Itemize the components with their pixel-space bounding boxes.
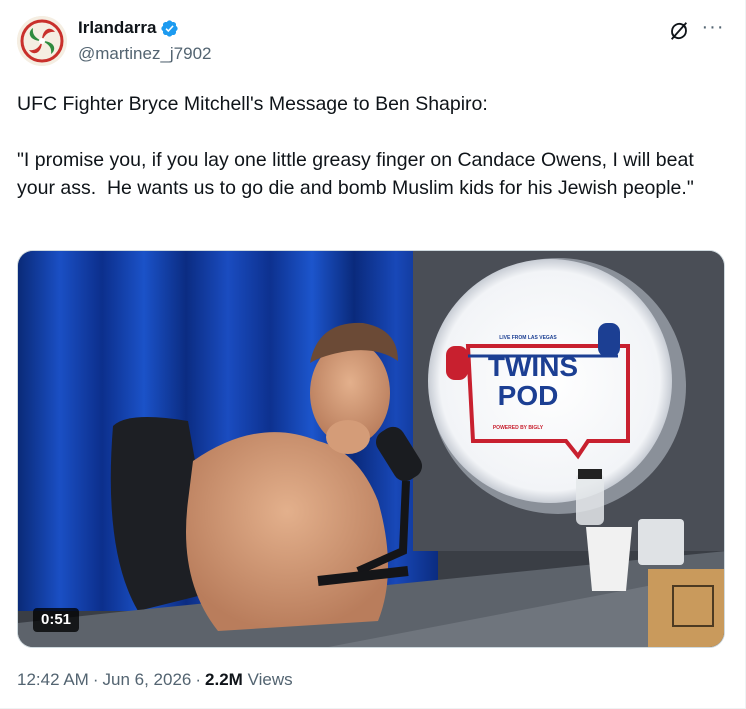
sign-twins-text: TWINS [488,351,578,382]
views-label[interactable]: Views [248,670,293,689]
grok-icon[interactable] [668,20,690,42]
sign-bottom-text: POWERED BY BIGLY [493,425,544,431]
video-player[interactable]: LIVE FROM LAS VEGAS TWINS POD POWERED BY… [17,250,725,648]
tweet-card: Irlandarra @martinez_j7902 ··· UFC Fight… [0,0,746,709]
post-time[interactable]: 12:42 AM [17,670,89,689]
more-icon[interactable]: ··· [700,16,726,42]
video-frame: LIVE FROM LAS VEGAS TWINS POD POWERED BY… [18,251,724,647]
tweet-meta: 12:42 AM · Jun 6, 2026 · 2.2M Views [17,670,293,690]
video-duration: 0:51 [33,608,80,632]
author-name[interactable]: Irlandarra [78,18,179,38]
avatar[interactable] [17,16,67,66]
sign-top-text: LIVE FROM LAS VEGAS [499,335,557,341]
display-name[interactable]: Irlandarra [78,18,156,38]
views-count[interactable]: 2.2M [205,670,243,689]
meta-separator: · [195,670,202,689]
verified-badge-icon[interactable] [160,19,179,38]
author-handle[interactable]: @martinez_j7902 [78,44,212,64]
sign-pod-text: POD [498,380,559,411]
meta-separator: · [92,670,99,689]
tweet-text: UFC Fighter Bryce Mitchell's Message to … [17,93,694,199]
post-date[interactable]: Jun 6, 2026 [103,670,192,689]
